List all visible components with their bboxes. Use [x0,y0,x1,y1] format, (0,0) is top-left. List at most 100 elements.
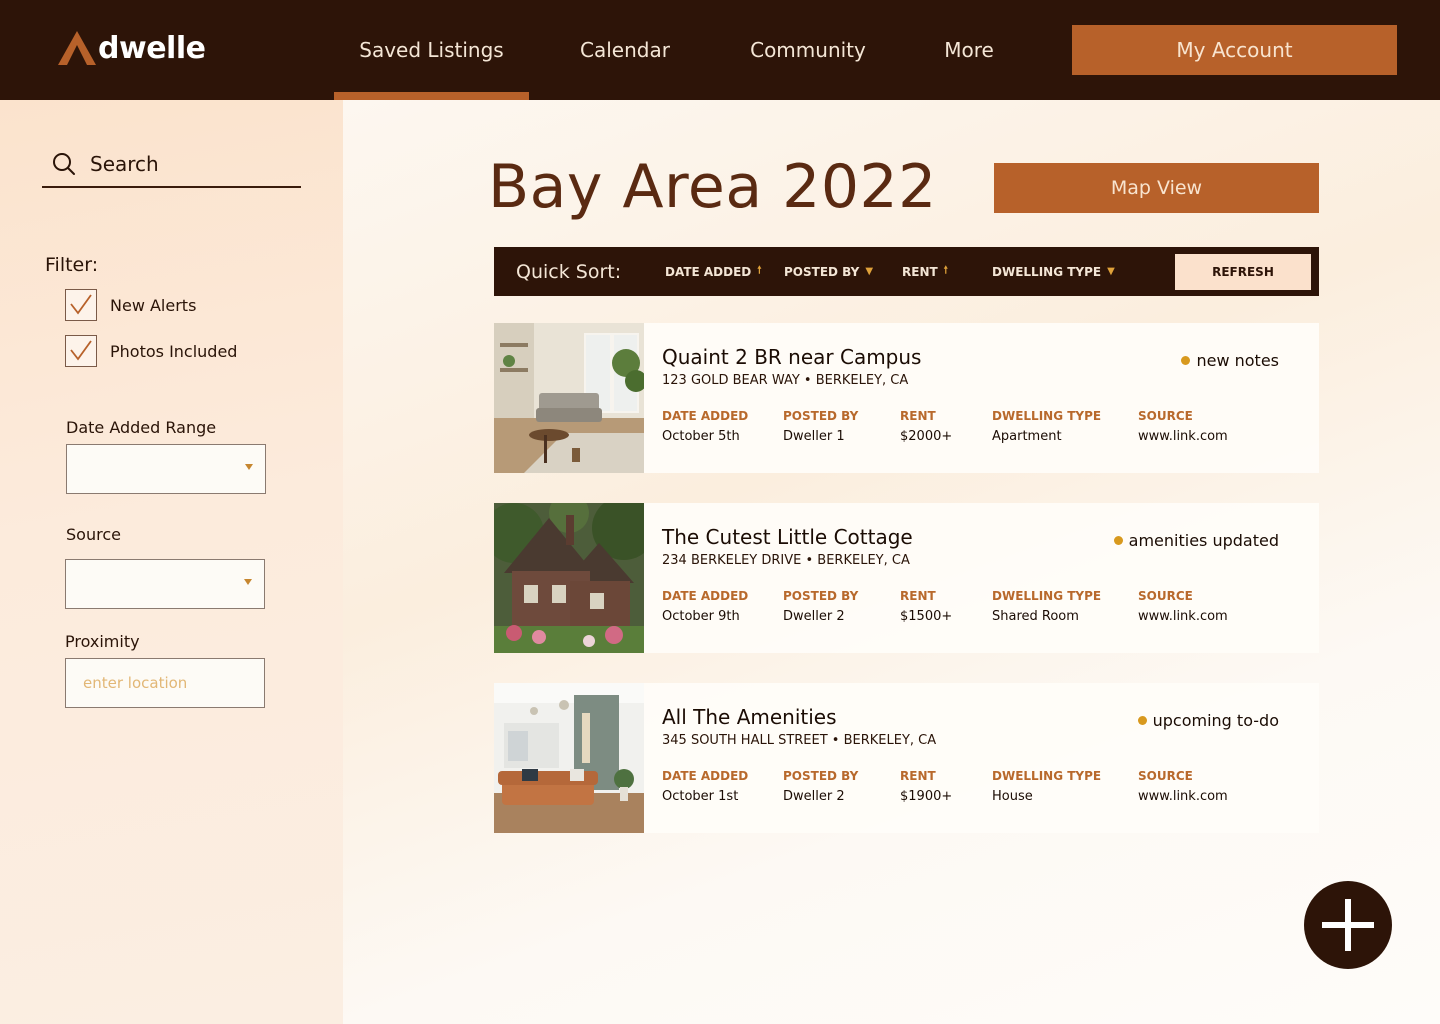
col-header-posted-by: POSTED BY [783,769,859,783]
filter-sidebar: Filter: New Alerts Photos Included Date … [0,100,343,1024]
col-header-posted-by: POSTED BY [783,589,859,603]
posted-by-value: Dweller 1 [783,429,845,444]
col-header-rent: RENT [900,769,936,783]
col-header-date-added: DATE ADDED [662,769,749,783]
listing-title: All The Amenities [662,705,837,729]
col-header-date-added: DATE ADDED [662,409,749,423]
nav-label: Saved Listings [359,38,504,62]
checkbox[interactable] [65,289,97,321]
checkmark-icon [70,340,92,361]
listing-card[interactable]: Quaint 2 BR near Campus 123 GOLD BEAR WA… [494,323,1319,473]
nav-calendar[interactable]: Calendar [560,0,690,100]
top-nav-bar: dwelle Saved Listings Calendar Community… [0,0,1440,100]
listing-address: 234 BERKELEY DRIVE • BERKELEY, CA [662,553,910,568]
plus-icon [1322,899,1374,951]
nav-more[interactable]: More [924,0,1014,100]
nav-label: Calendar [580,38,670,62]
add-listing-button[interactable] [1304,881,1392,969]
listing-photo-modern-interior [494,683,644,833]
source-link[interactable]: www.link.com [1138,429,1228,444]
filter-label: Filter: [45,254,99,276]
status-text: upcoming to-do [1152,711,1279,730]
sort-label: RENT [902,264,938,279]
sort-label: DATE ADDED [665,264,752,279]
sort-label: POSTED BY [784,264,860,279]
date-added-value: October 1st [662,789,739,804]
status-text: amenities updated [1128,531,1279,550]
col-header-rent: RENT [900,589,936,603]
caret-down-icon: ▼ [865,266,874,277]
dwelling-type-value: Apartment [992,429,1062,444]
dwelling-type-value: Shared Room [992,609,1079,624]
source-link[interactable]: www.link.com [1138,609,1228,624]
sort-label: DWELLING TYPE [992,264,1102,279]
source-link[interactable]: www.link.com [1138,789,1228,804]
listing-title: The Cutest Little Cottage [662,525,913,549]
brand-name: dwelle [98,30,206,66]
nav-label: Community [750,38,866,62]
refresh-button[interactable]: REFRESH [1175,254,1311,290]
listing-card[interactable]: The Cutest Little Cottage 234 BERKELEY D… [494,503,1319,653]
listing-card[interactable]: All The Amenities 345 SOUTH HALL STREET … [494,683,1319,833]
caret-down-icon: ▼ [1107,266,1115,277]
quick-sort-title: Quick Sort: [516,260,622,283]
listing-address: 345 SOUTH HALL STREET • BERKELEY, CA [662,733,937,748]
status-dot-icon [1113,536,1123,545]
col-header-dwelling-type: DWELLING TYPE [992,769,1102,783]
checkbox-label: New Alerts [110,295,197,315]
rent-value: $1500+ [900,609,953,624]
status-badge: new notes [1181,351,1279,370]
col-header-source: SOURCE [1138,769,1193,783]
arrow-up-icon: 🠕 [943,265,948,276]
col-header-source: SOURCE [1138,589,1193,603]
brand-logo[interactable]: dwelle [58,28,206,68]
nav-saved-listings[interactable]: Saved Listings [334,0,529,100]
status-text: new notes [1196,351,1279,370]
status-dot-icon [1137,716,1147,725]
listing-title: Quaint 2 BR near Campus [662,345,922,369]
col-header-dwelling-type: DWELLING TYPE [992,409,1102,423]
map-view-button[interactable]: Map View [994,163,1319,213]
proximity-label: Proximity [65,632,140,651]
source-select[interactable] [65,559,265,609]
date-range-label: Date Added Range [66,418,217,437]
date-added-value: October 5th [662,429,740,444]
main-content: Bay Area 2022 Map View Quick Sort: DATE … [343,100,1440,1024]
filter-new-alerts[interactable]: New Alerts [65,289,196,321]
my-account-button[interactable]: My Account [1072,25,1397,75]
listing-address: 123 GOLD BEAR WAY • BERKELEY, CA [662,373,909,388]
sort-posted-by[interactable]: POSTED BY ▼ [784,247,873,296]
triangle-a-icon [58,31,96,65]
posted-by-value: Dweller 2 [783,609,845,624]
posted-by-value: Dweller 2 [783,789,845,804]
col-header-date-added: DATE ADDED [662,589,749,603]
caret-down-icon [244,579,252,585]
sort-rent[interactable]: RENT 🠕 [902,247,948,296]
sort-dwelling-type[interactable]: DWELLING TYPE ▼ [992,247,1115,296]
filter-photos-included[interactable]: Photos Included [65,335,237,367]
search-icon [53,153,75,175]
col-header-dwelling-type: DWELLING TYPE [992,589,1102,603]
search-input[interactable] [90,152,280,176]
page-title: Bay Area 2022 [488,152,937,222]
col-header-source: SOURCE [1138,409,1193,423]
listing-photo-living-room [494,323,644,473]
listing-photo-cottage [494,503,644,653]
arrow-up-icon: 🠕 [757,265,762,276]
sort-date-added[interactable]: DATE ADDED 🠕 [665,247,762,296]
proximity-input[interactable] [65,658,265,708]
col-header-rent: RENT [900,409,936,423]
caret-down-icon [245,464,253,470]
nav-label: More [944,38,994,62]
checkmark-icon [70,294,92,315]
rent-value: $2000+ [900,429,953,444]
status-badge: amenities updated [1113,531,1279,550]
rent-value: $1900+ [900,789,953,804]
search-field[interactable] [42,142,301,188]
date-range-select[interactable] [66,444,266,494]
status-dot-icon [1181,356,1191,365]
checkbox[interactable] [65,335,97,367]
nav-community[interactable]: Community [730,0,886,100]
col-header-posted-by: POSTED BY [783,409,859,423]
date-added-value: October 9th [662,609,740,624]
